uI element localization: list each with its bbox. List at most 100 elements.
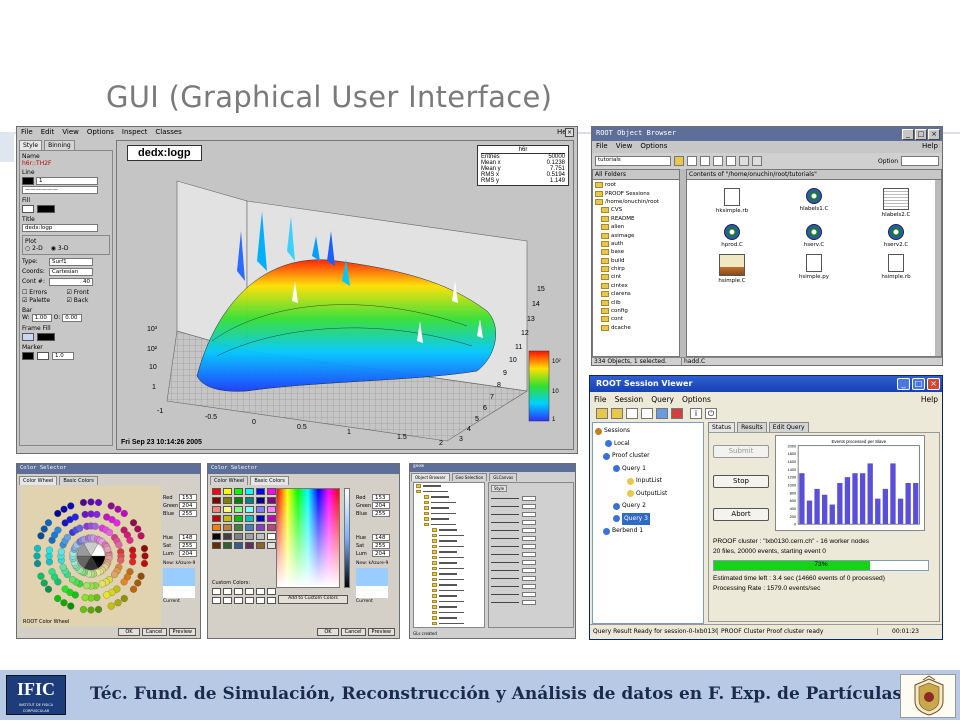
color-wheel-cell[interactable] <box>137 532 145 540</box>
color-wheel-cell[interactable] <box>57 548 65 556</box>
session-menu-query[interactable]: Query <box>651 395 674 405</box>
folder-item[interactable]: clib <box>595 298 677 306</box>
color-wheel-cell[interactable] <box>48 568 56 576</box>
basic-color-swatch[interactable] <box>223 497 232 504</box>
color-wheel-cell[interactable] <box>115 541 123 549</box>
color-wheel-cell[interactable] <box>107 602 115 610</box>
color-wheel-cell[interactable] <box>61 585 69 593</box>
color-wheel-cell[interactable] <box>114 505 122 513</box>
custom-color-swatch[interactable] <box>234 597 243 604</box>
color-wheel-cell[interactable] <box>134 579 142 587</box>
execute-icon[interactable] <box>739 156 749 166</box>
green-input[interactable]: 204 <box>179 502 197 509</box>
color-wheel-cell[interactable] <box>44 519 53 527</box>
geo-style-field[interactable] <box>522 584 536 589</box>
basic-color-swatch[interactable] <box>234 497 243 504</box>
color-wheel-cell[interactable] <box>140 544 149 553</box>
color1-ok-button[interactable]: OK <box>118 628 140 636</box>
geo-style-field[interactable] <box>522 552 536 557</box>
color-wheel-cell[interactable] <box>71 513 79 521</box>
color-wheel-cell[interactable] <box>54 594 62 603</box>
basic-color-swatch[interactable] <box>245 506 254 513</box>
coords-select[interactable]: Cartesian <box>49 268 93 276</box>
browser-option-combo[interactable] <box>901 156 939 166</box>
color-wheel-cell[interactable] <box>103 591 111 599</box>
folder-item[interactable]: CVS <box>595 206 677 214</box>
tab-glcanvas[interactable]: GLCanvas <box>489 473 518 481</box>
plot-2d-radio[interactable]: ○ 2-D <box>25 245 43 252</box>
red-input-2[interactable]: 153 <box>372 494 390 501</box>
line-width-select[interactable]: 1 <box>36 177 98 185</box>
geo-tree[interactable] <box>413 482 485 628</box>
session-close-icon[interactable]: × <box>927 378 940 390</box>
session-maximize-icon[interactable]: □ <box>912 378 925 390</box>
browser-menu-help[interactable]: Help <box>922 142 938 152</box>
add-custom-button[interactable]: Add to Custom Colors <box>278 595 348 604</box>
color1-preview-button[interactable]: Preview <box>168 628 196 636</box>
color-wheel-cell[interactable] <box>105 528 114 536</box>
geo-style-field[interactable] <box>522 560 536 565</box>
color-wheel-cell[interactable] <box>67 602 75 610</box>
color-wheel-cell[interactable] <box>120 578 128 586</box>
file-item[interactable]: hsimple.rb <box>855 254 937 284</box>
folder-item[interactable]: chirp <box>595 265 677 273</box>
session-menu-file[interactable]: File <box>594 395 607 405</box>
sat-input[interactable]: 255 <box>179 542 197 549</box>
basic-color-swatch[interactable] <box>245 542 254 549</box>
color-wheel-cell[interactable] <box>94 605 103 614</box>
color-wheel-cell[interactable] <box>120 509 128 518</box>
tab-object-browser[interactable]: Object Browser <box>411 473 450 481</box>
browser-path-combo[interactable]: tutorials <box>595 156 671 166</box>
color-wheel-cell[interactable] <box>33 552 41 560</box>
geo-style-field[interactable] <box>522 536 536 541</box>
submit-button[interactable]: Submit <box>713 445 769 458</box>
tab-geo-selection[interactable]: Geo Selection <box>451 473 488 481</box>
session-tree-item[interactable]: Query 3 <box>595 512 701 526</box>
marker-color-swatch[interactable] <box>22 352 34 360</box>
file-item[interactable]: hserv.C <box>773 224 855 248</box>
color-wheel-cell[interactable] <box>60 599 68 607</box>
basic-color-swatch[interactable] <box>267 524 276 531</box>
geo-style-row[interactable] <box>491 583 571 590</box>
basic-color-swatch[interactable] <box>234 515 243 522</box>
color-wheel-cell[interactable] <box>104 545 112 553</box>
folder-item[interactable]: config <box>595 307 677 315</box>
stop-icon[interactable] <box>752 156 762 166</box>
geo-style-row[interactable] <box>491 543 571 550</box>
folder-item[interactable]: cintex <box>595 282 677 290</box>
basic-color-swatch[interactable] <box>212 524 221 531</box>
submit-query-icon[interactable] <box>641 408 653 419</box>
file-item[interactable]: hlabels2.C <box>855 188 937 218</box>
session-menu-help[interactable]: Help <box>921 395 938 405</box>
color-wheel-cell[interactable] <box>94 498 103 507</box>
menu-classes[interactable]: Classes <box>155 128 181 138</box>
file-item[interactable]: hlabels1.C <box>773 188 855 218</box>
errors-checkbox[interactable]: ☐ Errors <box>22 289 66 296</box>
color-wheel-cell[interactable] <box>93 510 101 518</box>
list-view-icon[interactable] <box>713 156 723 166</box>
editor-close-icon[interactable]: × <box>565 128 574 137</box>
browser-menu-view[interactable]: View <box>616 142 633 152</box>
file-item[interactable]: hprod.C <box>691 224 773 248</box>
geo-style-field[interactable] <box>522 568 536 573</box>
custom-color-swatch[interactable] <box>256 588 265 595</box>
basic-color-swatch[interactable] <box>212 488 221 495</box>
color-wheel-cell[interactable] <box>107 502 115 510</box>
custom-color-swatch[interactable] <box>212 597 221 604</box>
folder-item[interactable]: base <box>595 248 677 256</box>
info-icon[interactable]: i <box>690 408 702 419</box>
color-wheel-cell[interactable] <box>54 526 62 534</box>
browser-close-icon[interactable]: × <box>928 129 940 140</box>
power-icon[interactable]: ⏻ <box>705 408 717 419</box>
custom-color-swatch[interactable] <box>256 597 265 604</box>
geo-style-row[interactable] <box>491 511 571 518</box>
fill-pattern-swatch[interactable] <box>37 205 55 213</box>
session-minimize-icon[interactable]: _ <box>897 378 910 390</box>
color-wheel-cell[interactable] <box>134 525 142 533</box>
geo-style-row[interactable] <box>491 527 571 534</box>
color2-cancel-button[interactable]: Cancel <box>340 628 366 636</box>
custom-color-swatch[interactable] <box>223 597 232 604</box>
basic-color-swatch[interactable] <box>245 515 254 522</box>
color-wheel-cell[interactable] <box>129 519 138 527</box>
geo-style-field[interactable] <box>522 576 536 581</box>
